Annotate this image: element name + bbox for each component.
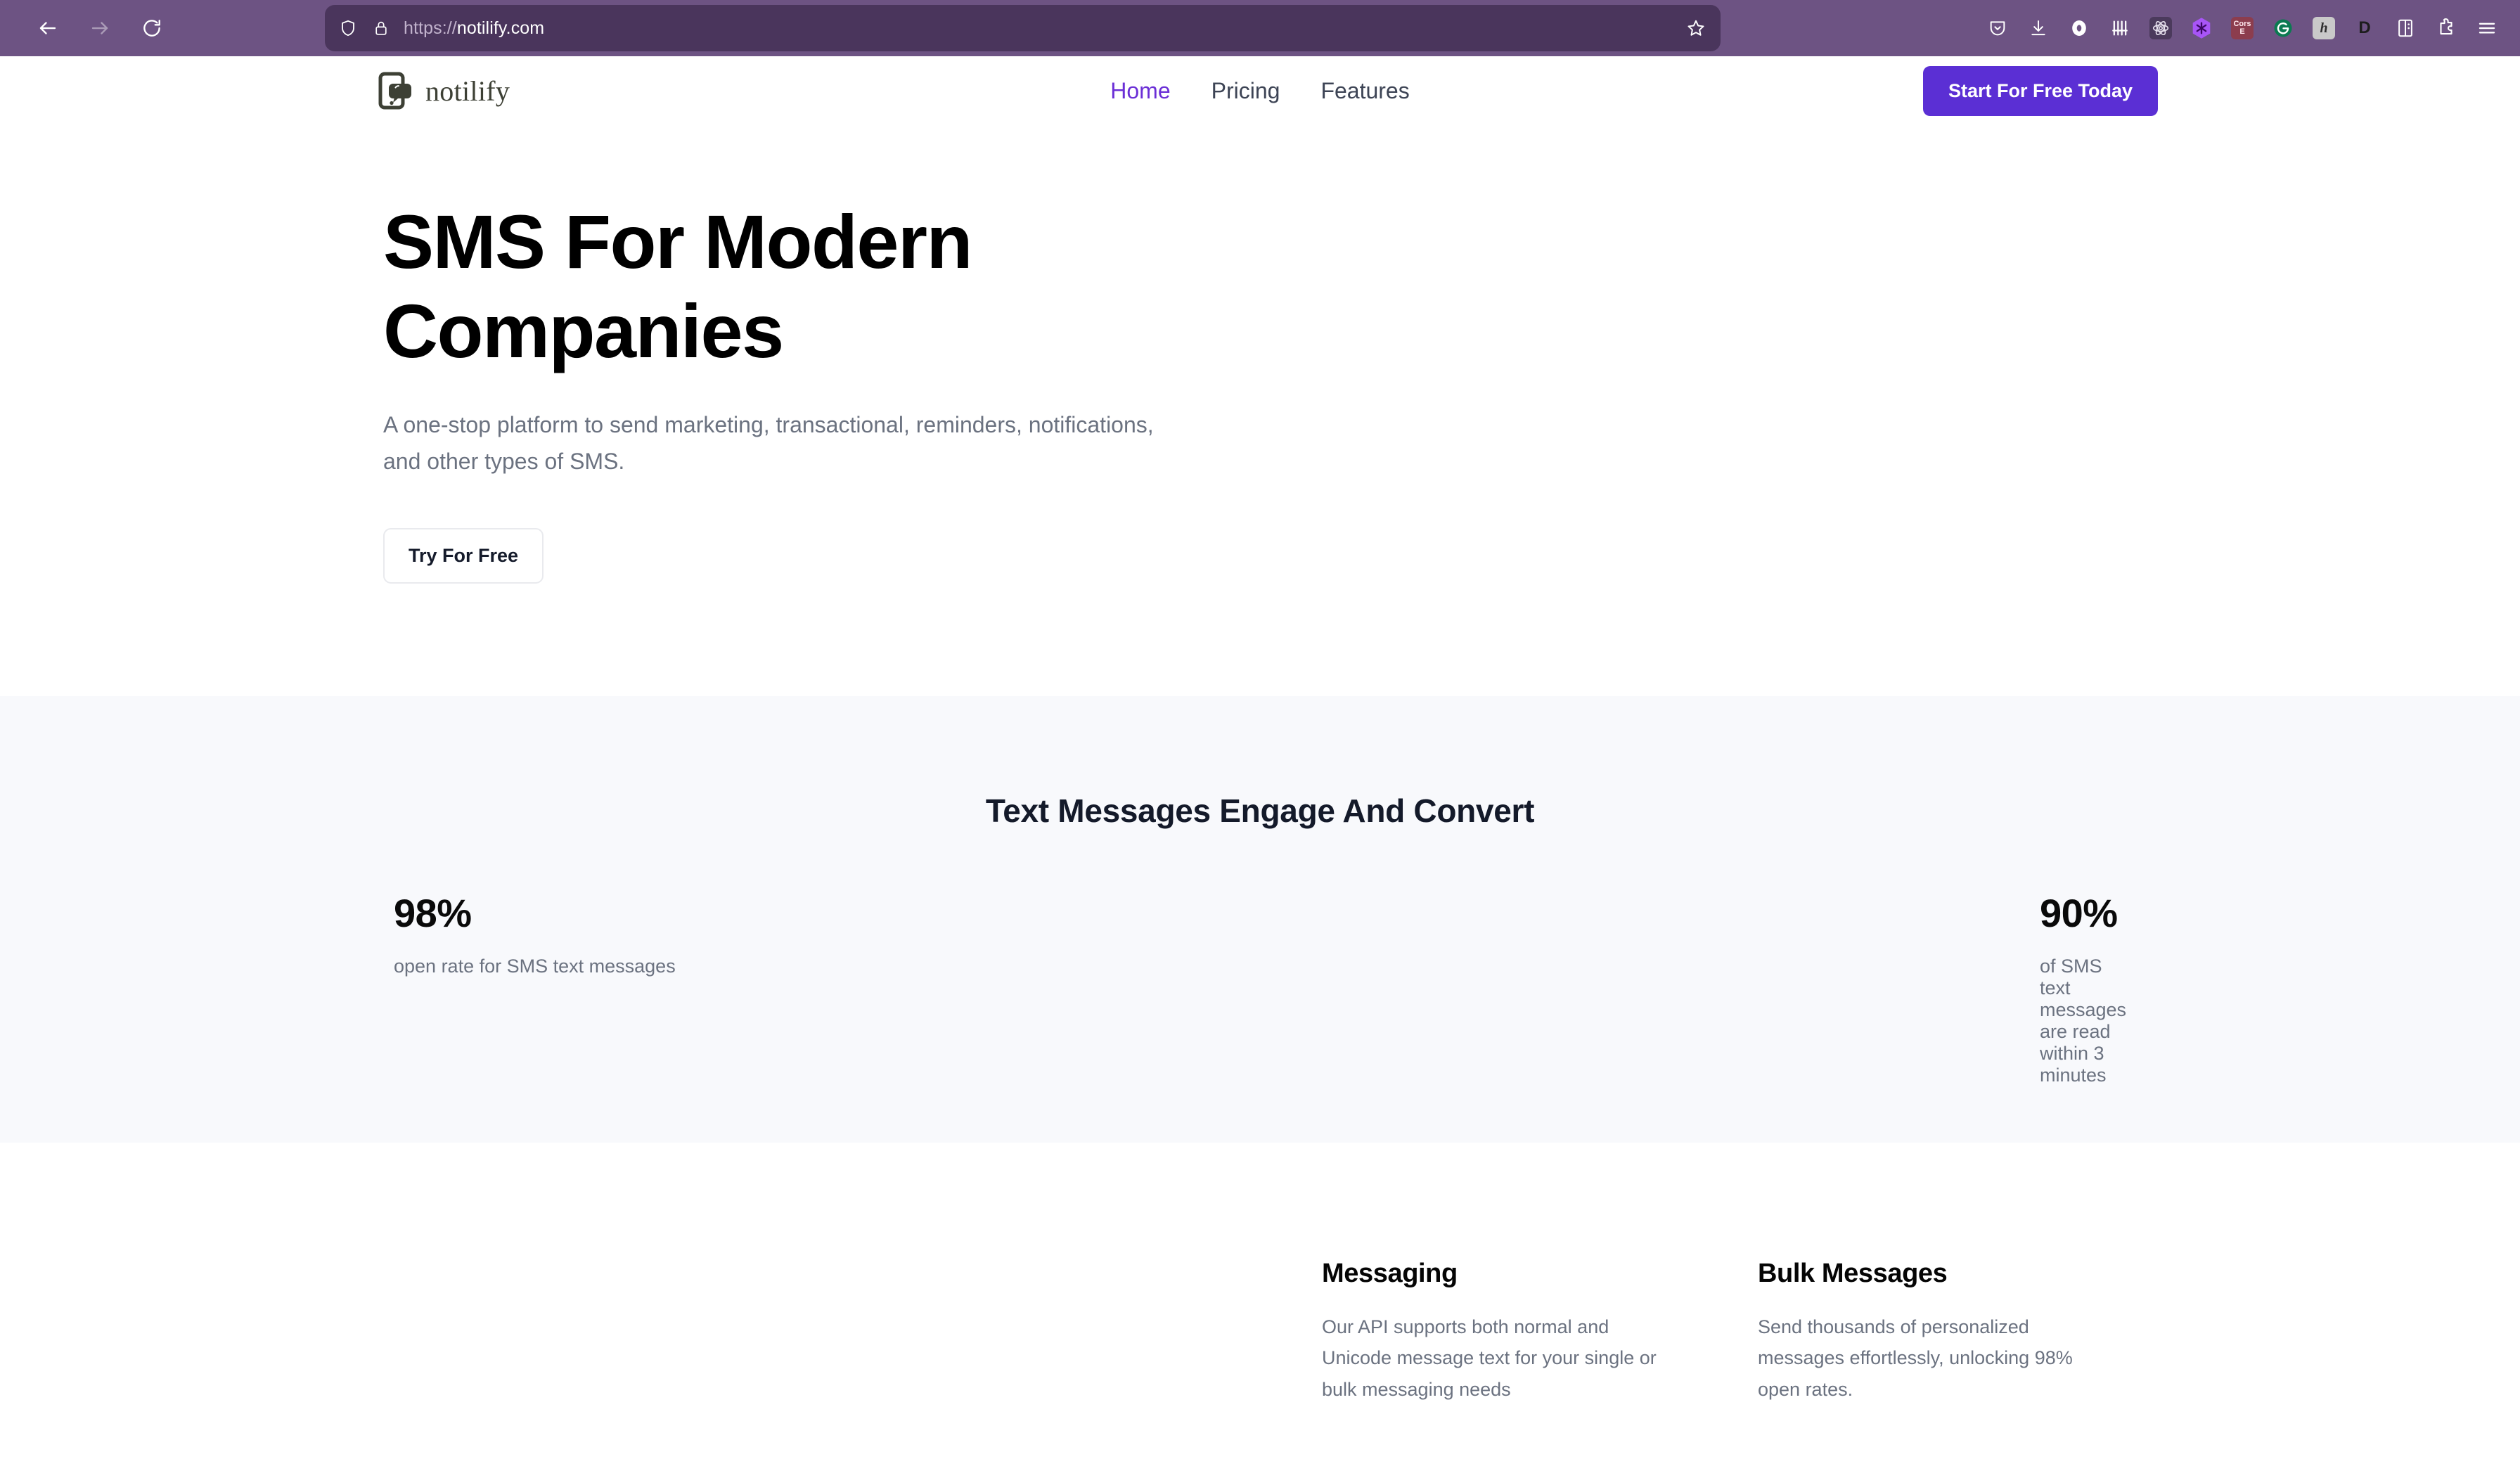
back-arrow-icon bbox=[37, 18, 58, 39]
app-menu-icon[interactable] bbox=[2469, 11, 2505, 46]
cors-badge-label: Cors E bbox=[2233, 20, 2251, 36]
page-content: notilify Home Pricing Features Start For… bbox=[0, 56, 2520, 1478]
dashlane-badge-label: D bbox=[2358, 18, 2371, 37]
extensions-tray: Cors E h D bbox=[1980, 0, 2505, 56]
nav-item-pricing[interactable]: Pricing bbox=[1211, 78, 1280, 104]
url-host: notilify.com bbox=[456, 18, 545, 38]
feature-title: Messaging bbox=[1322, 1258, 1458, 1288]
hero-subtitle: A one-stop platform to send marketing, t… bbox=[383, 411, 1154, 474]
features-section: Messaging Our API supports both normal a… bbox=[0, 1142, 2520, 1406]
hexagon-asterisk-icon[interactable] bbox=[2184, 11, 2219, 46]
padlock-icon[interactable] bbox=[371, 18, 392, 39]
features-columns: Messaging Our API supports both normal a… bbox=[1322, 1259, 2194, 1406]
honey-badge-label: h bbox=[2320, 20, 2328, 36]
url-scheme: https:// bbox=[404, 18, 457, 38]
browser-nav-buttons bbox=[32, 13, 167, 44]
brand-logo[interactable]: notilify bbox=[376, 71, 510, 110]
honey-icon[interactable]: h bbox=[2306, 11, 2341, 46]
forward-arrow-icon bbox=[89, 18, 110, 39]
stat-item: 90% of SMS text messages are read within… bbox=[1140, 890, 2126, 1086]
start-for-free-button[interactable]: Start For Free Today bbox=[1922, 65, 2158, 116]
downloads-icon[interactable] bbox=[2021, 11, 2056, 46]
screenshot-icon[interactable] bbox=[2388, 11, 2423, 46]
stat-label: open rate for SMS text messages bbox=[394, 955, 676, 977]
extensions-puzzle-icon[interactable] bbox=[2429, 11, 2464, 46]
try-for-free-button[interactable]: Try For Free bbox=[383, 527, 544, 584]
brand-name: notilify bbox=[425, 75, 510, 107]
pocket-icon[interactable] bbox=[1980, 11, 2015, 46]
page-title: SMS For Modern Companies bbox=[383, 197, 1044, 376]
back-button[interactable] bbox=[32, 13, 63, 44]
bookmark-star-icon[interactable] bbox=[1684, 16, 1708, 40]
feature-body: Send thousands of personalized messages … bbox=[1758, 1316, 2073, 1401]
stats-section: Text Messages Engage And Convert 98% ope… bbox=[0, 695, 2520, 1143]
stat-item: 98% open rate for SMS text messages bbox=[394, 890, 1140, 1086]
hero-title-line-1: SMS For Modern bbox=[383, 199, 973, 284]
feature-title: Bulk Messages bbox=[1758, 1258, 1948, 1288]
reload-button[interactable] bbox=[136, 13, 167, 44]
feature-card-bulk-messages: Bulk Messages Send thousands of personal… bbox=[1758, 1259, 2194, 1406]
shield-icon[interactable] bbox=[338, 18, 359, 39]
address-bar[interactable]: https://notilify.com bbox=[325, 5, 1721, 51]
nav-item-features[interactable]: Features bbox=[1320, 78, 1409, 104]
forward-button[interactable] bbox=[84, 13, 115, 44]
cors-extension-icon[interactable]: Cors E bbox=[2225, 11, 2260, 46]
stat-value: 98% bbox=[394, 890, 472, 935]
hero-section: SMS For Modern Companies A one-stop plat… bbox=[0, 125, 2520, 584]
stat-label: of SMS text messages are read within 3 m… bbox=[2039, 955, 2127, 1086]
grammarly-icon[interactable] bbox=[2265, 11, 2301, 46]
reload-icon bbox=[141, 18, 162, 39]
feature-card-messaging: Messaging Our API supports both normal a… bbox=[1322, 1259, 1758, 1406]
nav-item-home[interactable]: Home bbox=[1110, 78, 1170, 104]
url-text: https://notilify.com bbox=[404, 18, 1672, 39]
browser-toolbar: https://notilify.com Cors E h D bbox=[0, 0, 2520, 56]
react-devtools-icon[interactable] bbox=[2143, 11, 2178, 46]
dashlane-icon[interactable]: D bbox=[2347, 11, 2382, 46]
feature-body: Our API supports both normal and Unicode… bbox=[1322, 1316, 1657, 1401]
hero-title-line-2: Companies bbox=[383, 288, 784, 374]
phone-message-logo-icon bbox=[376, 71, 416, 110]
stats-heading: Text Messages Engage And Convert bbox=[985, 792, 1535, 829]
stat-value: 90% bbox=[2039, 890, 2118, 935]
site-header: notilify Home Pricing Features Start For… bbox=[0, 56, 2520, 125]
features-illustration bbox=[0, 1259, 1322, 1406]
zero-ring-icon[interactable] bbox=[2062, 11, 2097, 46]
comb-bars-icon[interactable] bbox=[2102, 11, 2138, 46]
stats-grid: 98% open rate for SMS text messages 90% … bbox=[0, 890, 2520, 1086]
